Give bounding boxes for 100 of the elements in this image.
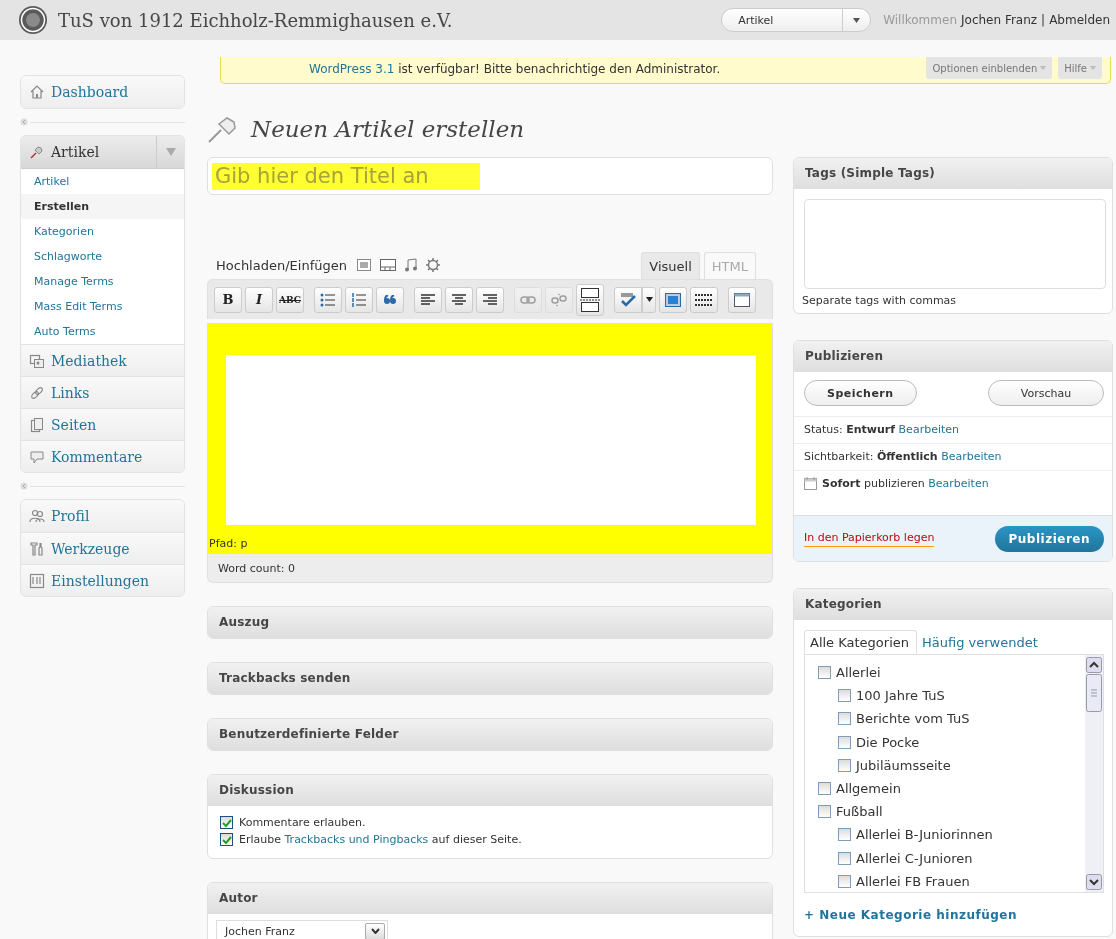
pin-icon (29, 144, 45, 160)
category-label: Fußball (836, 804, 883, 820)
greeting: Willkommen (883, 13, 957, 27)
user-link[interactable]: Jochen Franz (961, 13, 1038, 27)
more-button[interactable] (576, 283, 604, 316)
option-link[interactable]: Trackbacks und Pingbacks (284, 833, 429, 846)
numbered-list-icon (351, 292, 367, 307)
checkbox[interactable] (838, 712, 851, 726)
submenu-item[interactable]: Schlagworte (21, 244, 184, 269)
numbered-list-button[interactable] (345, 286, 373, 313)
submenu-item[interactable]: Mass Edit Terms (21, 294, 184, 319)
align-left-button[interactable] (414, 286, 442, 313)
align-right-button[interactable] (476, 286, 504, 313)
submenu-item[interactable]: Manage Terms (21, 269, 184, 294)
calendar-icon (804, 477, 817, 490)
screen-tab[interactable]: Hilfe (1058, 57, 1102, 79)
box-title: Autor (208, 883, 772, 914)
quote-icon (383, 294, 397, 305)
kitchen-sink-button[interactable] (690, 286, 718, 313)
add-category-link[interactable]: + Neue Kategorie hinzufügen (804, 908, 1017, 922)
preview-button[interactable]: Vorschau (988, 380, 1104, 406)
video-icon (379, 259, 396, 271)
option-label: Erlaube Trackbacks und Pingbacks auf dieser Seite. (239, 833, 522, 846)
dropdown-button[interactable] (642, 286, 656, 313)
author-select[interactable]: Jochen Franz (216, 920, 388, 939)
fullscreen-button[interactable] (659, 286, 687, 313)
bullet-list-button[interactable] (314, 286, 342, 313)
editor-tab[interactable]: Visuell (641, 252, 700, 279)
tags-field[interactable] (804, 199, 1106, 289)
box-title[interactable]: Trackbacks senden (208, 663, 772, 694)
caret-icon (853, 17, 861, 23)
edit-link[interactable]: Bearbeiten (928, 477, 989, 490)
image-icon (356, 259, 371, 271)
hint-text: Separate tags with commas (802, 294, 958, 307)
update-link[interactable]: WordPress 3.1 (309, 62, 395, 76)
bold-button[interactable]: B (214, 286, 242, 313)
checkbox[interactable] (838, 874, 851, 888)
category-label: Allgemein (836, 781, 901, 797)
bullet-list-icon (320, 292, 336, 307)
menu-item[interactable]: Artikel (21, 136, 184, 168)
page-break-icon (580, 287, 600, 312)
menu-item[interactable]: Dashboard (21, 76, 184, 108)
checkbox[interactable] (220, 816, 233, 829)
screen-tab[interactable]: Optionen einblenden (926, 57, 1053, 79)
checkbox[interactable] (838, 851, 851, 865)
submenu-item[interactable]: Auto Terms (21, 319, 184, 344)
path-label: Pfad: p (209, 537, 249, 550)
category-tab[interactable]: Häufig verwendet (917, 631, 1045, 654)
spellcheck-button[interactable] (614, 286, 642, 313)
box-title[interactable]: Benutzerdefinierte Felder (208, 719, 772, 750)
caret-icon (645, 297, 653, 302)
submenu-item[interactable]: Erstellen (21, 194, 184, 219)
chain-icon (29, 384, 45, 401)
category-tab[interactable]: Alle Kategorien (804, 630, 917, 654)
chain-icon (520, 294, 536, 305)
checkbox[interactable] (818, 666, 831, 680)
category-label: Berichte vom TuS (856, 711, 970, 727)
logo-icon (18, 5, 48, 35)
submenu-item[interactable]: Artikel (21, 169, 184, 194)
checkbox[interactable] (838, 828, 851, 842)
trash-link[interactable]: In den Papierkorb legen (804, 531, 935, 547)
box-title: Diskussion (208, 775, 772, 806)
speech-bubble-icon (29, 448, 45, 465)
logout-link[interactable]: Abmelden (1049, 13, 1110, 27)
align-center-icon (452, 293, 466, 306)
box-title: Tags (Simple Tags) (794, 158, 1112, 189)
category-label: Jubiläumsseite (856, 757, 951, 773)
site-title: TuS von 1912 Eichholz-Remmighausen e.V. (58, 9, 454, 31)
caret-icon (1090, 66, 1096, 70)
option-label: Kommentare erlauben. (239, 816, 366, 829)
window-icon (734, 292, 750, 307)
scroll-up-icon (1086, 657, 1102, 673)
edit-link[interactable]: Bearbeiten (941, 450, 1002, 463)
update-notice: WordPress 3.1 ist verfügbar! Bitte benachrichtige den Administrator. (309, 62, 721, 76)
window-button[interactable] (728, 286, 756, 313)
check-icon (221, 834, 232, 845)
checkbox[interactable] (818, 782, 831, 796)
strikethrough-button[interactable]: ABC (276, 286, 304, 313)
checkbox[interactable] (818, 805, 831, 819)
blockquote-button[interactable] (376, 286, 404, 313)
italic-button[interactable]: I (245, 286, 273, 313)
checkbox[interactable] (838, 689, 851, 703)
caret-icon (1040, 66, 1047, 70)
checkbox[interactable] (220, 833, 233, 846)
people-icon (29, 508, 45, 524)
fullscreen-icon (665, 292, 681, 307)
align-center-button[interactable] (445, 286, 473, 313)
checkbox[interactable] (838, 735, 851, 749)
page-title: Neuen Artikel erstellen (251, 116, 525, 142)
broken-chain-icon (551, 292, 567, 307)
title-field[interactable]: Gib hier den Titel an (207, 157, 773, 195)
save-button[interactable]: Speichern (804, 380, 917, 406)
edit-link[interactable]: Bearbeiten (898, 423, 959, 436)
publish-button[interactable]: Publizieren (994, 526, 1104, 552)
checkbox[interactable] (838, 758, 851, 772)
box-title[interactable]: Auszug (208, 607, 772, 638)
align-right-icon (483, 293, 497, 306)
submenu-item[interactable]: Kategorien (21, 219, 184, 244)
quick-menu-dropdown[interactable]: Artikel (721, 8, 872, 32)
align-left-icon (421, 293, 435, 306)
